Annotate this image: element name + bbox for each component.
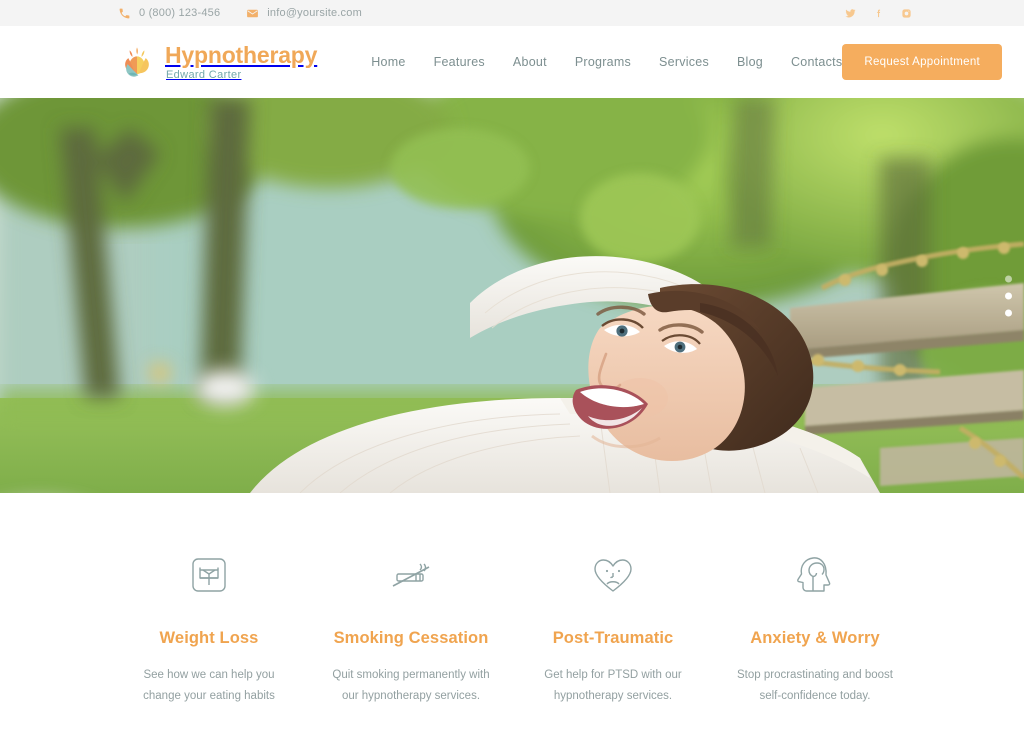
- phone-contact[interactable]: 0 (800) 123-456: [118, 7, 220, 20]
- site-logo[interactable]: Hypnotherapy Edward Carter: [118, 42, 317, 82]
- phone-icon: [118, 7, 131, 20]
- site-header: Hypnotherapy Edward Carter Home Features…: [0, 26, 1024, 98]
- logo-text: Hypnotherapy Edward Carter: [165, 43, 317, 81]
- top-bar-contacts: 0 (800) 123-456 info@yoursite.com: [118, 7, 845, 20]
- twitter-icon[interactable]: [845, 8, 856, 19]
- main-navigation: Home Features About Programs Services Bl…: [371, 55, 842, 69]
- feature-card-post-traumatic[interactable]: Post-Traumatic Get help for PTSD with ou…: [512, 549, 714, 708]
- slider-dot-1[interactable]: [1005, 275, 1012, 282]
- nav-item-contacts[interactable]: Contacts: [791, 55, 842, 69]
- nav-item-home[interactable]: Home: [371, 55, 405, 69]
- no-smoking-icon: [326, 549, 496, 601]
- hero-slider: [0, 98, 1024, 493]
- top-bar: 0 (800) 123-456 info@yoursite.com: [0, 0, 1024, 26]
- logo-name: Hypnotherapy: [165, 41, 318, 68]
- feature-card-weight-loss[interactable]: Weight Loss See how we can help you chan…: [108, 549, 310, 708]
- feature-description: Stop procrastinating and boost self-conf…: [737, 669, 893, 703]
- feature-description: Get help for PTSD with our hypnotherapy …: [544, 669, 682, 703]
- feature-description: Quit smoking permanently with our hypnot…: [332, 669, 490, 703]
- lotus-leaf-logo-icon: [118, 42, 156, 82]
- feature-title: Post-Traumatic: [552, 629, 674, 647]
- phone-number: 0 (800) 123-456: [139, 7, 221, 19]
- slider-dot-3[interactable]: [1005, 309, 1012, 316]
- head-brain-icon: [730, 549, 900, 601]
- feature-card-anxiety-worry[interactable]: Anxiety & Worry Stop procrastinating and…: [714, 549, 916, 708]
- feature-description: See how we can help you change your eati…: [143, 669, 275, 703]
- email-address: info@yoursite.com: [267, 7, 362, 19]
- feature-card-smoking-cessation[interactable]: Smoking Cessation Quit smoking permanent…: [310, 549, 512, 708]
- nav-item-blog[interactable]: Blog: [737, 55, 763, 69]
- logo-subtitle: Edward Carter: [166, 69, 242, 82]
- social-links: [845, 8, 912, 19]
- email-contact[interactable]: info@yoursite.com: [246, 7, 362, 20]
- features-section: Weight Loss See how we can help you chan…: [0, 493, 1024, 708]
- feature-title: Weight Loss: [159, 629, 259, 647]
- nav-item-features[interactable]: Features: [434, 55, 485, 69]
- nav-item-about[interactable]: About: [513, 55, 547, 69]
- facebook-icon[interactable]: [873, 8, 884, 19]
- feature-title: Smoking Cessation: [333, 629, 489, 647]
- feature-title: Anxiety & Worry: [750, 629, 880, 647]
- request-appointment-button[interactable]: Request Appointment: [842, 44, 1003, 80]
- slider-dots: [1005, 275, 1012, 316]
- sad-heart-icon: [528, 549, 698, 601]
- nav-item-programs[interactable]: Programs: [575, 55, 631, 69]
- instagram-icon[interactable]: [901, 8, 912, 19]
- slider-dot-2[interactable]: [1005, 292, 1012, 299]
- envelope-icon: [246, 7, 259, 20]
- nav-item-services[interactable]: Services: [659, 55, 709, 69]
- weight-scale-icon: [124, 549, 294, 601]
- hero-image: [0, 98, 1024, 493]
